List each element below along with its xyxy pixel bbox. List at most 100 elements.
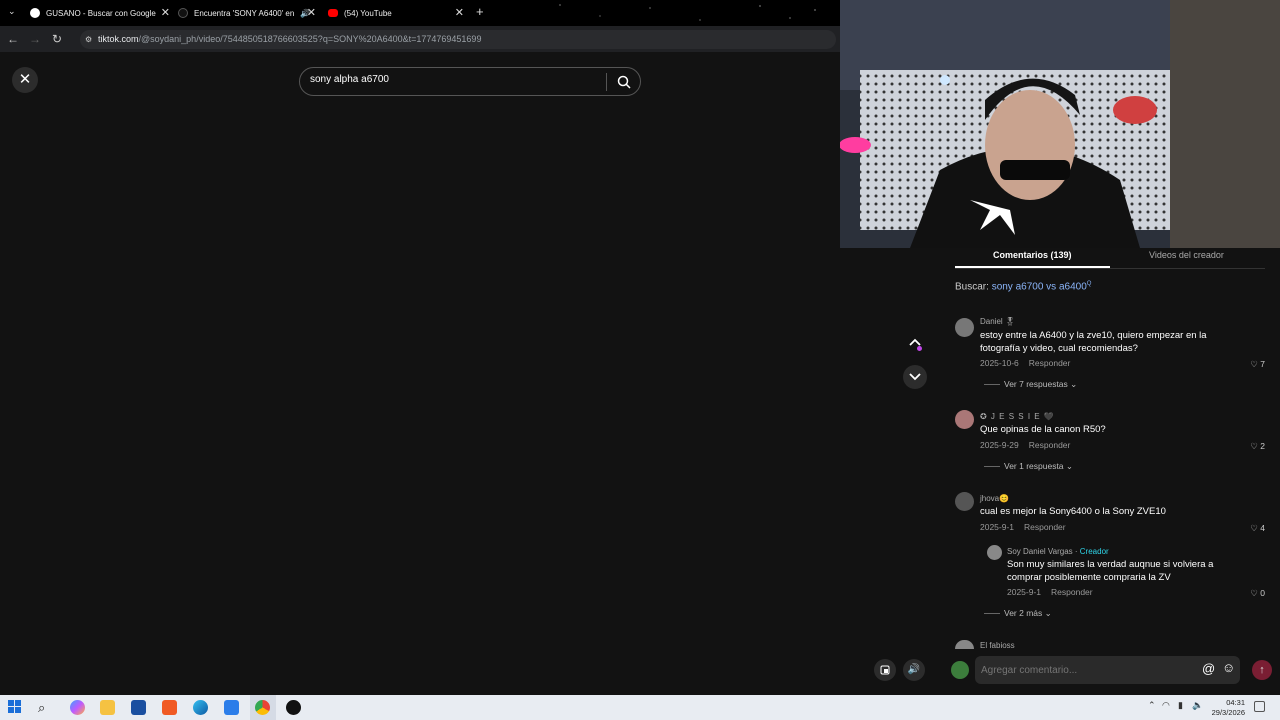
previous-video-button[interactable] (903, 330, 927, 354)
new-tab-icon[interactable]: + (476, 4, 484, 19)
comment-item: jhova😊 cual es mejor la Sony6400 o la So… (955, 492, 1270, 622)
chrome-icon[interactable] (255, 700, 270, 715)
reload-icon[interactable]: ↻ (46, 32, 68, 46)
comment-text: Que opinas de la canon R50? (980, 424, 1106, 435)
tab-comments[interactable]: Comentarios (139) (993, 250, 1072, 260)
reply-button[interactable]: Responder (1051, 587, 1093, 597)
like-button[interactable]: ♡ 2 (1250, 441, 1265, 452)
view-more-replies-button[interactable]: Ver 2 más ⌄ (984, 608, 1052, 619)
clock-time: 04:31 (1226, 698, 1245, 707)
avatar[interactable] (955, 318, 974, 337)
chevron-down-icon (909, 373, 921, 381)
url-field[interactable]: ⚙ tiktok.com/@soydani_ph/video/754485051… (80, 30, 836, 49)
battery-icon[interactable]: ▮ (1178, 700, 1183, 711)
comment-meta: 2025-9-29 Responder (980, 440, 1080, 450)
url-path: /@soydani_ph/video/7544850518766603525?q… (138, 34, 482, 44)
creator-avatar[interactable] (987, 545, 1002, 560)
close-tab-icon[interactable]: ✕ (307, 6, 316, 19)
close-video-button[interactable]: ✕ (12, 67, 38, 93)
search-icon[interactable] (616, 74, 632, 90)
next-video-button[interactable] (903, 365, 927, 389)
heart-icon: ♡ (1250, 523, 1258, 533)
search-icon[interactable]: ⌕ (38, 700, 53, 715)
comment-date: 2025-9-29 (980, 440, 1019, 450)
heart-icon: ♡ (1250, 588, 1258, 598)
file-explorer-icon[interactable] (100, 700, 115, 715)
like-button[interactable]: ♡ 7 (1250, 359, 1265, 370)
emoji-icon[interactable]: ☺ (1222, 660, 1235, 675)
tray-chevron-up-icon[interactable]: ⌃ (1148, 700, 1156, 711)
comment-text: cual es mejor la Sony6400 o la Sony ZVE1… (980, 506, 1166, 517)
browser-tab-tiktok[interactable]: Encuentra 'SONY A6400' en 🔊 ✕ (178, 3, 316, 23)
obs-icon[interactable] (286, 700, 301, 715)
comments-tabs: Comentarios (139) Videos del creador (955, 244, 1265, 268)
creator-badge: Creador (1079, 547, 1109, 556)
brave-icon[interactable] (162, 700, 177, 715)
reply-button[interactable]: Responder (1024, 522, 1066, 532)
browser-tab-google[interactable]: GUSANO - Buscar con Google ✕ (30, 3, 170, 23)
like-count: 2 (1260, 441, 1265, 451)
creator-reply-text: Son muy similares la verdad auqnue si vo… (1007, 559, 1214, 583)
copilot-icon[interactable] (70, 700, 85, 715)
windows-start-icon[interactable] (8, 700, 23, 715)
post-comment-button[interactable]: ↑ (1252, 660, 1272, 680)
mention-icon[interactable]: @ (1202, 661, 1215, 676)
comment-author[interactable]: ✪ J E S S I E 🖤 (980, 412, 1055, 421)
notification-center-icon[interactable] (1254, 701, 1265, 712)
related-search-label: Buscar: (955, 281, 989, 293)
tab-title: GUSANO - Buscar con Google (46, 8, 156, 18)
avatar[interactable] (955, 410, 974, 429)
like-button[interactable]: ♡ 4 (1250, 523, 1265, 534)
creator-reply-author[interactable]: Soy Daniel Vargas · Creador (1007, 547, 1109, 556)
comment-item: ✪ J E S S I E 🖤 Que opinas de la canon R… (955, 410, 1270, 480)
comment-author[interactable]: Daniel 🎖 (980, 317, 1015, 326)
picture-in-picture-button[interactable] (874, 659, 896, 681)
webcam-image (840, 0, 1280, 248)
back-icon[interactable]: ← (2, 32, 24, 46)
forward-icon[interactable]: → (24, 32, 46, 46)
volume-icon[interactable]: 🔈 (1192, 700, 1203, 711)
like-count: 7 (1260, 359, 1265, 369)
browser-tab-youtube[interactable]: (54) YouTube ✕ (328, 3, 464, 23)
system-clock[interactable]: 04:31 29/3/2026 (1212, 698, 1245, 718)
volume-button[interactable]: 🔊 (903, 659, 925, 681)
related-search-link[interactable]: sony a6700 vs a6400 (992, 281, 1087, 292)
mail-icon[interactable] (224, 700, 239, 715)
tab-title: Encuentra 'SONY A6400' en (194, 8, 294, 18)
comment-input[interactable] (975, 656, 1240, 684)
comment-author[interactable]: jhova😊 (980, 494, 1009, 503)
reply-button[interactable]: Responder (1029, 358, 1071, 368)
like-button[interactable]: ♡ 0 (1250, 588, 1265, 599)
site-settings-icon[interactable]: ⚙ (85, 30, 92, 49)
search-divider (606, 73, 607, 91)
close-tab-icon[interactable]: ✕ (161, 6, 170, 19)
comment-author[interactable]: El fabioss (980, 641, 1015, 650)
heart-icon: ♡ (1250, 441, 1258, 451)
picture-in-picture-icon (880, 665, 890, 675)
view-replies-label: Ver 7 respuestas (1004, 379, 1068, 389)
comment-composer: @ ☺ ↑ (940, 656, 1280, 684)
search-icon: Q (1086, 281, 1092, 287)
chevron-down-icon: ⌄ (1065, 461, 1074, 471)
wifi-icon[interactable]: ◠ (1162, 700, 1170, 711)
chevron-down-icon: ⌄ (1044, 608, 1052, 618)
user-avatar[interactable] (951, 661, 969, 679)
tab-title: (54) YouTube (344, 8, 392, 18)
search-bar (299, 67, 641, 96)
reply-button[interactable]: Responder (1029, 440, 1071, 450)
view-replies-button[interactable]: Ver 7 respuestas ⌄ (984, 379, 1077, 390)
tab-creator-videos[interactable]: Videos del creador (1149, 250, 1224, 260)
windows-taskbar: ⌕ ⌃ ◠ ▮ 🔈 04:31 29/3/2026 (0, 695, 1280, 720)
comment-item: Daniel 🎖 estoy entre la A6400 y la zve10… (955, 316, 1270, 396)
chevron-down-icon: ⌄ (1070, 379, 1078, 389)
store-icon[interactable] (131, 700, 146, 715)
creator-name: Soy Daniel Vargas (1007, 547, 1073, 556)
edge-icon[interactable] (193, 700, 208, 715)
like-count: 0 (1260, 588, 1265, 598)
webcam-overlay (840, 0, 1280, 248)
close-tab-icon[interactable]: ✕ (455, 6, 464, 19)
tab-list-chevron-icon[interactable]: ⌄ (8, 6, 16, 17)
avatar[interactable] (955, 492, 974, 511)
view-replies-button[interactable]: Ver 1 respuesta ⌄ (984, 461, 1073, 472)
search-input[interactable] (310, 74, 600, 85)
